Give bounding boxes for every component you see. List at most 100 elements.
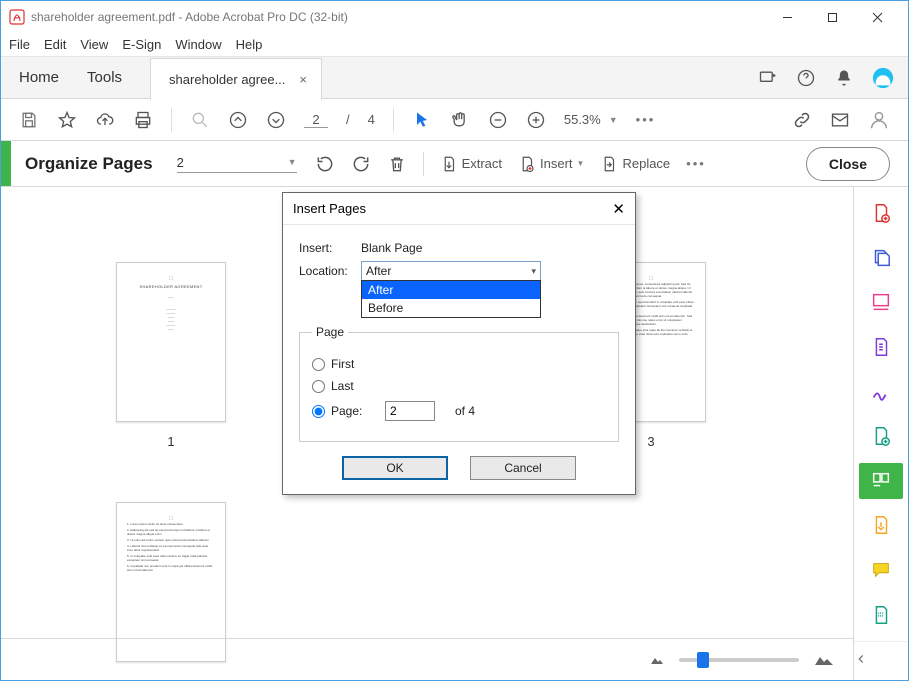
page-up-icon[interactable]	[228, 110, 248, 130]
account-icon[interactable]	[872, 67, 894, 89]
location-label: Location:	[299, 264, 361, 278]
close-panel-button[interactable]: Close	[806, 147, 890, 181]
accent-bar	[1, 141, 11, 186]
window-close-button[interactable]	[855, 1, 900, 33]
star-icon[interactable]	[57, 110, 77, 130]
rotate-cw-icon[interactable]	[351, 154, 371, 174]
save-icon[interactable]	[19, 110, 39, 130]
cloud-upload-icon[interactable]	[95, 110, 115, 130]
tab-document[interactable]: shareholder agree... ×	[150, 58, 322, 100]
page-down-icon[interactable]	[266, 110, 286, 130]
page-thumbnail-1[interactable]: ⬚ SHAREHOLDER AGREEMENT —— —————————————…	[116, 262, 226, 449]
menu-file[interactable]: File	[9, 37, 30, 52]
page-number-field[interactable]	[385, 401, 435, 421]
more-icon[interactable]: •••	[636, 112, 656, 127]
zoom-level-dropdown[interactable]: 55.3% ▼	[564, 112, 618, 127]
page-number-input[interactable]: 2	[304, 112, 328, 128]
main-toolbar: 2 / 4 55.3% ▼ •••	[1, 99, 908, 141]
insert-label: Insert	[540, 156, 573, 171]
menu-esign[interactable]: E-Sign	[122, 37, 161, 52]
menu-view[interactable]: View	[80, 37, 108, 52]
replace-button[interactable]: Replace	[600, 155, 670, 173]
insert-button[interactable]: Insert ▼	[518, 155, 584, 173]
send-comments-tool[interactable]	[859, 507, 903, 544]
window-maximize-button[interactable]	[810, 1, 855, 33]
organize-page-select[interactable]: 2 ▼	[177, 155, 297, 173]
menu-edit[interactable]: Edit	[44, 37, 66, 52]
cancel-button-label: Cancel	[504, 461, 541, 475]
organize-pages-tool[interactable]	[859, 463, 903, 500]
location-option-after[interactable]: After	[362, 281, 540, 299]
organize-pages-bar: Organize Pages 2 ▼ Extract Insert ▼ Repl…	[1, 141, 908, 187]
chevron-down-icon: ▾	[531, 266, 536, 277]
radio-last[interactable]	[312, 380, 325, 393]
menu-window[interactable]: Window	[175, 37, 221, 52]
extract-button[interactable]: Extract	[440, 155, 502, 173]
large-thumbs-icon[interactable]	[813, 653, 835, 667]
dialog-title: Insert Pages	[293, 201, 366, 216]
window-minimize-button[interactable]	[765, 1, 810, 33]
comment-tool[interactable]	[859, 552, 903, 589]
organize-page-select-value: 2	[177, 155, 184, 170]
of-pages-label: of 4	[455, 404, 475, 418]
tab-document-label: shareholder agree...	[169, 72, 285, 87]
help-icon[interactable]	[796, 68, 816, 88]
export-pdf-tool[interactable]	[859, 329, 903, 366]
create-pdf-tool[interactable]	[859, 195, 903, 232]
chevron-down-icon: ▼	[609, 115, 618, 125]
replace-label: Replace	[622, 156, 670, 171]
close-panel-label: Close	[829, 156, 867, 172]
organize-pages-title: Organize Pages	[25, 154, 153, 174]
add-device-icon[interactable]	[758, 68, 778, 88]
print-icon[interactable]	[133, 110, 153, 130]
zoom-out-icon[interactable]	[488, 110, 508, 130]
thumb-size-slider[interactable]	[679, 658, 799, 662]
insert-value: Blank Page	[361, 241, 422, 255]
select-tool-icon[interactable]	[412, 110, 432, 130]
menu-help[interactable]: Help	[236, 37, 263, 52]
combine-files-tool[interactable]	[859, 240, 903, 277]
link-icon[interactable]	[792, 110, 812, 130]
chevron-down-icon: ▼	[288, 157, 297, 167]
notifications-icon[interactable]	[834, 68, 854, 88]
scan-ocr-tool[interactable]	[859, 596, 903, 633]
zoom-in-icon[interactable]	[526, 110, 546, 130]
radio-page-label: Page:	[331, 404, 379, 418]
edit-pdf-tool[interactable]	[859, 284, 903, 321]
trash-icon[interactable]	[387, 154, 407, 174]
insert-label: Insert:	[299, 241, 361, 255]
ok-button[interactable]: OK	[342, 456, 448, 480]
search-icon[interactable]	[190, 110, 210, 130]
email-icon[interactable]	[830, 110, 850, 130]
zoom-slider-bar	[1, 638, 853, 680]
page-separator: /	[346, 112, 350, 127]
location-dropdown-value: After	[366, 264, 391, 278]
chevron-down-icon: ▼	[577, 159, 585, 168]
acrobat-icon	[9, 9, 25, 25]
right-tool-pane	[853, 187, 908, 680]
profile-icon[interactable]	[868, 109, 890, 131]
location-dropdown-list: After Before	[361, 280, 541, 318]
tab-row: Home Tools shareholder agree... ×	[1, 57, 908, 99]
radio-first[interactable]	[312, 358, 325, 371]
expand-pane-icon[interactable]	[854, 641, 908, 680]
tab-tools[interactable]: Tools	[87, 69, 122, 86]
extract-label: Extract	[462, 156, 502, 171]
dialog-close-button[interactable]: ✕	[612, 200, 625, 218]
add-page-tool[interactable]	[859, 418, 903, 455]
radio-last-label: Last	[331, 379, 354, 393]
cancel-button[interactable]: Cancel	[470, 456, 576, 480]
location-dropdown[interactable]: After ▾	[361, 261, 541, 281]
fill-sign-tool[interactable]	[859, 373, 903, 410]
hand-tool-icon[interactable]	[450, 110, 470, 130]
tab-close-icon[interactable]: ×	[299, 72, 307, 87]
small-thumbs-icon[interactable]	[649, 654, 665, 666]
location-option-before[interactable]: Before	[362, 299, 540, 317]
rotate-ccw-icon[interactable]	[315, 154, 335, 174]
thumbnail-label: 1	[116, 434, 226, 449]
radio-page[interactable]	[312, 405, 325, 418]
title-bar: shareholder agreement.pdf - Adobe Acroba…	[1, 1, 908, 33]
more-tools-icon[interactable]: •••	[686, 156, 706, 171]
tab-home[interactable]: Home	[19, 69, 59, 86]
menu-bar: File Edit View E-Sign Window Help	[1, 33, 908, 57]
